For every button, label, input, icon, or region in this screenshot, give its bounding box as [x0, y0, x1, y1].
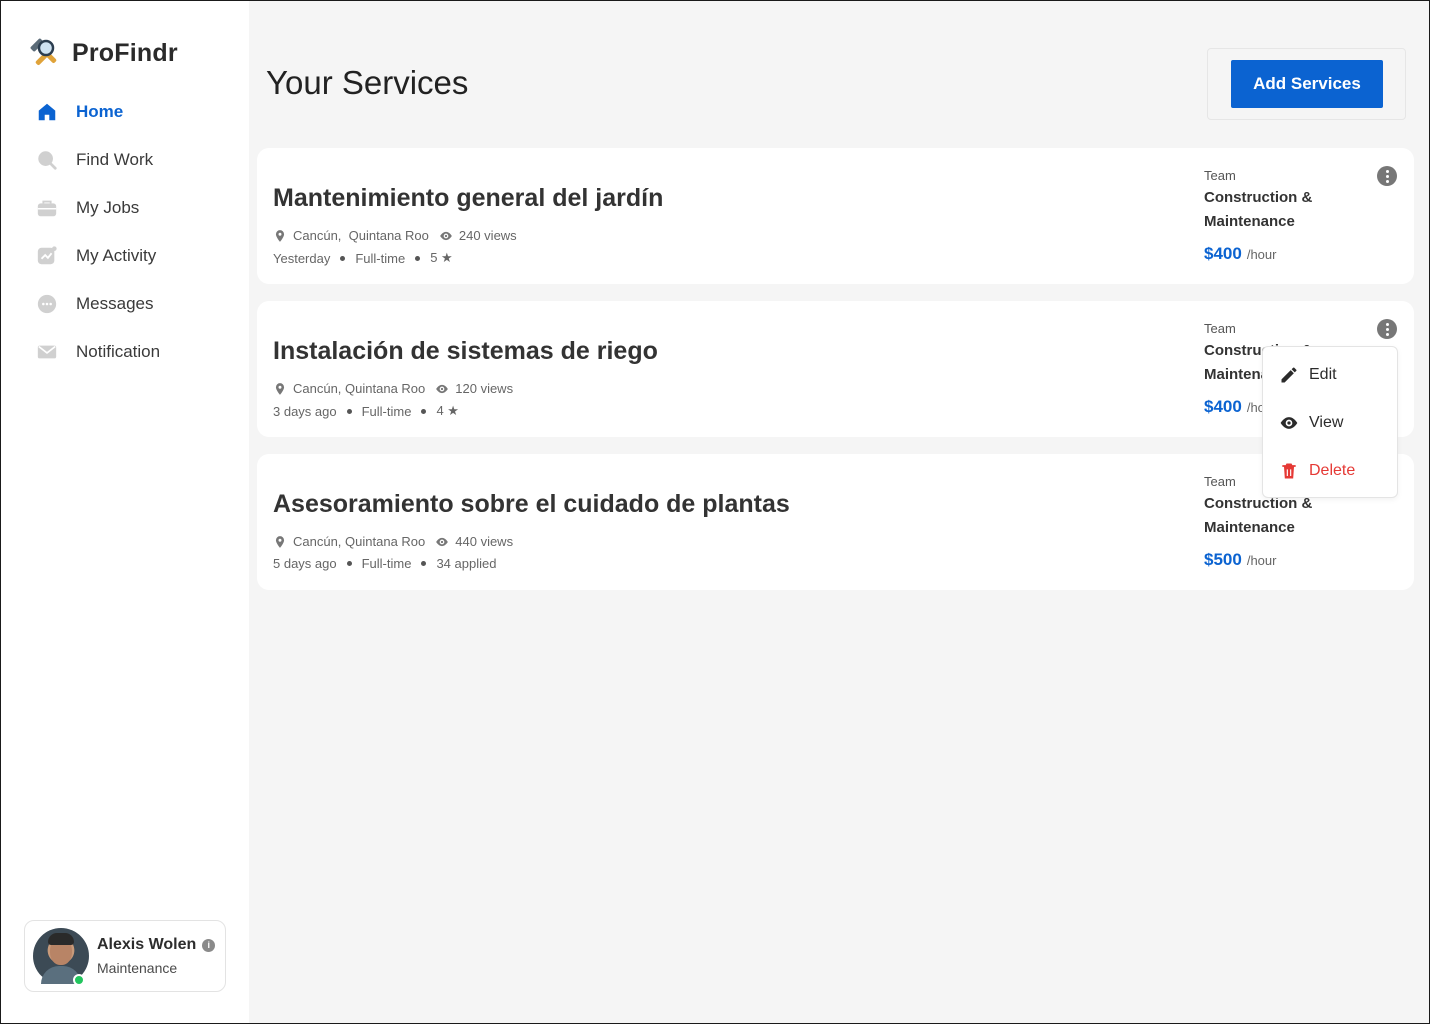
- page-title: Your Services: [266, 64, 469, 101]
- service-card[interactable]: Mantenimiento general del jardín Cancún,…: [257, 148, 1414, 284]
- service-price: $500: [1204, 550, 1242, 569]
- team-label: Team: [1204, 321, 1236, 336]
- service-location: Cancún, Quintana Roo: [293, 534, 426, 549]
- add-services-button[interactable]: Add Services: [1231, 60, 1383, 108]
- service-type: Full-time: [355, 250, 406, 266]
- menu-item-label: Edit: [1309, 366, 1337, 383]
- menu-item-label: Delete: [1309, 462, 1356, 479]
- add-services-container: Add Services: [1207, 48, 1406, 120]
- service-extra: 4 ★: [436, 403, 459, 418]
- more-options-icon[interactable]: [1377, 319, 1397, 339]
- service-type: Full-time: [361, 403, 412, 419]
- sidebar-item-label: Find Work: [76, 150, 154, 169]
- sidebar-item-label: Notification: [76, 342, 161, 361]
- app-name: ProFindr: [72, 38, 178, 67]
- location-pin-icon: [275, 382, 285, 395]
- service-card[interactable]: Asesoramiento sobre el cuidado de planta…: [257, 454, 1414, 590]
- service-views: 440 views: [455, 534, 514, 549]
- menu-item-label: View: [1309, 414, 1344, 431]
- sidebar-item-find-work[interactable]: Find Work: [36, 136, 160, 184]
- sidebar-item-home[interactable]: Home: [36, 88, 160, 136]
- menu-item-edit[interactable]: Edit: [1279, 363, 1337, 387]
- service-title: Instalación de sistemas de riego: [273, 337, 658, 365]
- info-icon[interactable]: i: [202, 938, 216, 952]
- sidebar-item-my-activity[interactable]: My Activity: [36, 232, 160, 280]
- chat-icon: [37, 294, 57, 314]
- sidebar-item-label: Home: [76, 102, 124, 121]
- menu-item-delete[interactable]: Delete: [1279, 459, 1355, 483]
- search-icon: [38, 151, 57, 170]
- sidebar-item-notification[interactable]: Notification: [36, 328, 160, 376]
- eye-icon: [1280, 417, 1298, 429]
- service-location: Cancún, Quintana Roo: [293, 228, 429, 243]
- more-options-icon[interactable]: [1377, 166, 1397, 186]
- team-name: Construction & Maintenance: [1204, 495, 1313, 536]
- sidebar-item-messages[interactable]: Messages: [36, 280, 160, 328]
- sidebar: ProFindr Home Find Work My Jobs My Activ…: [0, 0, 249, 1024]
- eye-icon: [436, 537, 449, 546]
- sidebar-item-label: My Jobs: [76, 198, 140, 217]
- eye-icon: [440, 231, 452, 240]
- service-posted: 3 days ago: [273, 403, 337, 419]
- service-title: Asesoramiento sobre el cuidado de planta…: [273, 490, 790, 518]
- location-pin-icon: [275, 535, 285, 548]
- sidebar-item-label: Messages: [76, 294, 154, 313]
- team-label: Team: [1204, 474, 1236, 489]
- sidebar-item-my-jobs[interactable]: My Jobs: [36, 184, 160, 232]
- home-icon: [38, 103, 56, 121]
- sidebar-item-label: My Activity: [76, 246, 157, 265]
- service-posted: 5 days ago: [273, 556, 337, 571]
- team-name: Construction & Maintenance: [1204, 189, 1313, 230]
- price-unit: /hour: [1246, 247, 1277, 262]
- profile-role: Maintenance: [97, 960, 178, 976]
- eye-icon: [436, 384, 449, 393]
- menu-item-view[interactable]: View: [1279, 411, 1343, 435]
- activity-icon: [37, 246, 57, 265]
- service-views: 240 views: [458, 228, 517, 243]
- tools-logo-icon: [30, 38, 57, 65]
- service-extra: 34 applied: [436, 556, 497, 571]
- team-label: Team: [1204, 168, 1236, 183]
- service-price: $400: [1204, 244, 1242, 263]
- service-location: Cancún, Quintana Roo: [293, 381, 426, 396]
- service-title: Mantenimiento general del jardín: [273, 184, 664, 212]
- sidebar-nav: Home Find Work My Jobs My Activity Messa…: [36, 88, 160, 376]
- profile-name: Alexis Wolen: [97, 936, 197, 953]
- location-pin-icon: [275, 229, 285, 242]
- profile-card[interactable]: Alexis Wolen i Maintenance: [24, 920, 226, 992]
- service-extra: 5 ★: [430, 250, 453, 265]
- pencil-icon: [1281, 367, 1297, 383]
- briefcase-icon: [37, 200, 57, 217]
- online-status-indicator: [73, 974, 85, 986]
- context-menu: Edit View Delete: [1262, 346, 1398, 498]
- service-price: $400: [1204, 397, 1242, 416]
- service-views: 120 views: [455, 381, 514, 396]
- trash-icon: [1282, 463, 1296, 479]
- service-posted: Yesterday: [273, 250, 331, 266]
- service-card[interactable]: Instalación de sistemas de riego Cancún,…: [257, 301, 1414, 437]
- avatar[interactable]: [33, 928, 89, 986]
- service-type: Full-time: [361, 556, 412, 571]
- price-unit: /hour: [1246, 553, 1277, 568]
- logo[interactable]: ProFindr: [28, 36, 178, 70]
- mail-icon: [37, 345, 57, 359]
